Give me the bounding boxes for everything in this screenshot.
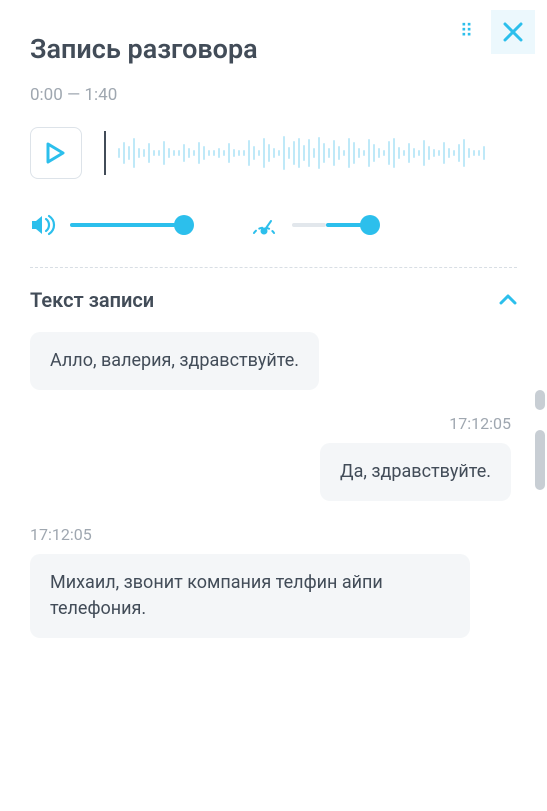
message-bubble: Михаил, звонит компания телфин айпи теле… [30, 554, 470, 638]
section-title: Текст записи [30, 288, 154, 312]
time-range-label: 0:00 — 1:40 [30, 85, 517, 105]
speed-control [250, 213, 380, 237]
page-title: Запись разговора [30, 33, 258, 65]
message-bubble: Алло, валерия, здравствуйте. [30, 332, 319, 390]
waveform-bars [118, 127, 485, 179]
section-divider [30, 267, 517, 268]
waveform[interactable] [104, 127, 517, 179]
message-timestamp: 17:12:05 [30, 525, 511, 544]
speed-slider-thumb[interactable] [360, 215, 380, 235]
close-icon [502, 21, 524, 43]
volume-control [30, 213, 194, 237]
close-button[interactable] [491, 10, 535, 54]
play-button[interactable] [30, 127, 82, 179]
timestamp-cutoff: 17:12:05 [30, 322, 511, 324]
transcript-toggle[interactable]: Текст записи [30, 288, 517, 312]
speed-slider[interactable] [292, 215, 380, 235]
volume-slider[interactable] [70, 215, 194, 235]
playhead-cursor[interactable] [104, 131, 106, 175]
chevron-up-icon [499, 294, 517, 306]
message-timestamp: 17:12:05 [30, 414, 511, 433]
transcript-message: 17:12:05 Да, здравствуйте. [30, 414, 511, 501]
volume-slider-thumb[interactable] [174, 215, 194, 235]
transcript-list[interactable]: 17:12:05 Алло, валерия, здравствуйте. 17… [30, 322, 517, 722]
volume-icon[interactable] [30, 213, 56, 237]
drag-handle-icon[interactable]: ⠿ [460, 23, 475, 41]
speed-icon[interactable] [250, 213, 278, 237]
message-bubble: Да, здравствуйте. [320, 443, 511, 501]
play-icon [45, 141, 67, 165]
transcript-message: 17:12:05 Михаил, звонит компания телфин … [30, 525, 511, 638]
transcript-message: Алло, валерия, здравствуйте. [30, 332, 511, 390]
